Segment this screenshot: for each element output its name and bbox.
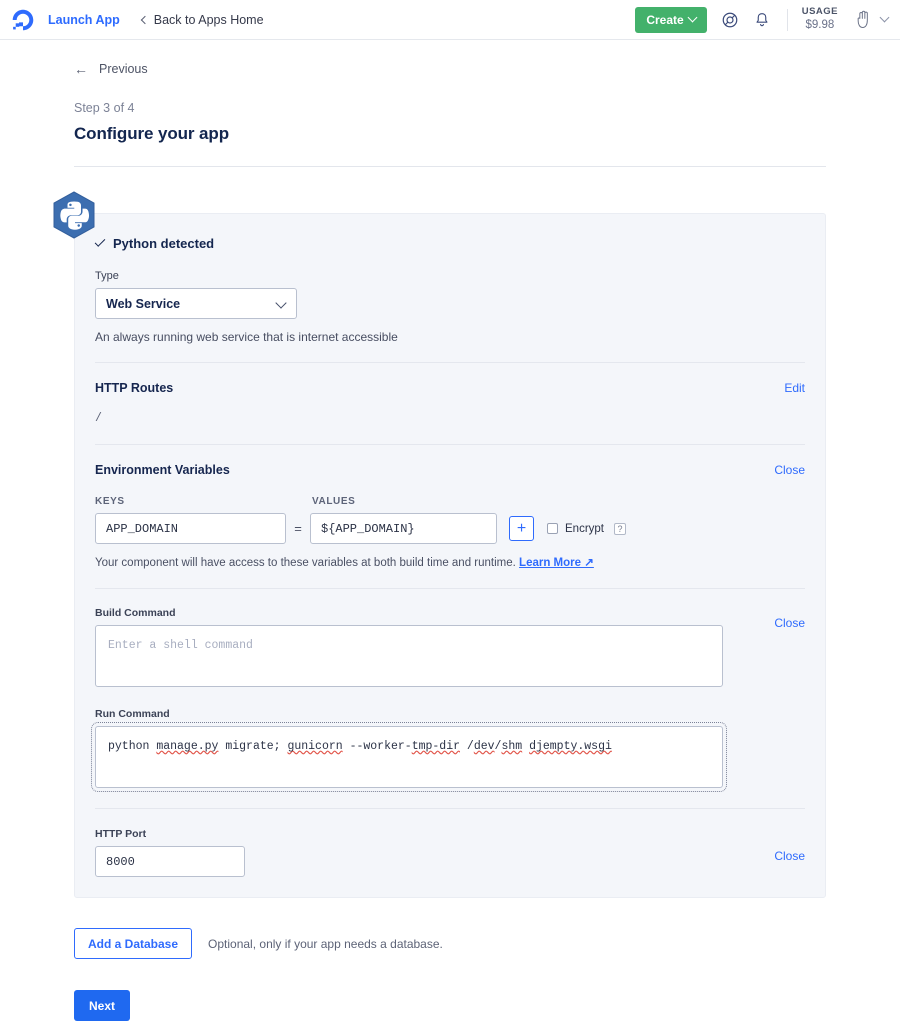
learn-more-link[interactable]: Learn More ↗	[519, 557, 594, 569]
account-menu-chevron-icon[interactable]	[879, 12, 890, 23]
encrypt-checkbox[interactable]	[547, 523, 558, 534]
usage-label: USAGE	[801, 6, 838, 18]
run-command-input[interactable]: python manage.py migrate; gunicorn --wor…	[91, 722, 727, 792]
env-vars-column-headers: KEYS VALUES	[95, 496, 805, 507]
env-vars-section-header: Environment Variables Close	[95, 463, 805, 477]
add-env-var-button[interactable]: +	[509, 516, 534, 541]
section-divider	[95, 444, 805, 445]
keys-column-header: KEYS	[95, 496, 125, 507]
section-divider	[95, 808, 805, 809]
http-routes-title: HTTP Routes	[95, 381, 174, 395]
add-database-button[interactable]: Add a Database	[74, 928, 193, 959]
chevron-down-icon	[687, 12, 698, 23]
chevron-left-icon	[140, 15, 150, 24]
http-route-value: /	[95, 412, 102, 425]
component-card-wrapper: Python detected Type Web Service An alwa…	[53, 191, 826, 898]
chevron-down-icon	[275, 297, 287, 309]
nav-right-group: Create USAGE $9.98	[635, 6, 890, 33]
env-key-input[interactable]	[95, 513, 286, 544]
page-body: ← Previous Step 3 of 4 Configure your ap…	[0, 62, 900, 1021]
type-select[interactable]: Web Service	[95, 288, 297, 319]
section-divider	[95, 588, 805, 589]
env-var-row: = + Encrypt ?	[95, 513, 805, 544]
lifebuoy-help-icon[interactable]	[721, 11, 739, 29]
title-divider	[74, 166, 826, 167]
values-column-header: VALUES	[312, 496, 356, 507]
checkmark-icon	[94, 236, 106, 247]
previous-step-link[interactable]: ← Previous	[74, 62, 826, 76]
encrypt-help-icon[interactable]: ?	[614, 522, 626, 535]
arrow-left-icon: ←	[74, 61, 88, 77]
page-title: Configure your app	[74, 124, 229, 143]
type-select-value: Web Service	[106, 296, 181, 311]
section-divider	[95, 362, 805, 363]
http-routes-section-header: HTTP Routes Edit	[95, 381, 805, 395]
usage-indicator[interactable]: USAGE $9.98	[802, 6, 838, 32]
detected-banner: Python detected	[94, 236, 805, 251]
component-config-card: Python detected Type Web Service An alwa…	[74, 213, 826, 898]
build-command-label: Build Command	[95, 607, 176, 619]
digitalocean-logo-icon[interactable]	[10, 7, 36, 33]
nav-divider	[786, 8, 788, 31]
build-command-input[interactable]	[95, 625, 723, 687]
create-button-label: Create	[646, 12, 684, 27]
type-description: An always running web service that is in…	[95, 330, 398, 344]
next-button[interactable]: Next	[74, 990, 131, 1021]
step-indicator: Step 3 of 4	[74, 101, 135, 115]
env-vars-note-text: Your component will have access to these…	[95, 557, 520, 569]
build-command-close-link[interactable]: Close	[774, 616, 805, 630]
usage-amount: $9.98	[805, 19, 835, 32]
run-command-label: Run Command	[95, 708, 170, 720]
top-navigation-bar: Launch App Back to Apps Home Create USAG…	[0, 0, 900, 40]
add-database-row: Add a Database Optional, only if your ap…	[74, 928, 826, 959]
encrypt-option: Encrypt ?	[547, 522, 626, 535]
encrypt-label: Encrypt	[565, 522, 604, 535]
launch-app-link[interactable]: Launch App	[48, 13, 120, 27]
type-field-label: Type	[95, 270, 119, 282]
env-value-input[interactable]	[310, 513, 497, 544]
http-port-input[interactable]	[95, 846, 245, 877]
back-link-label: Back to Apps Home	[153, 12, 264, 27]
env-vars-title: Environment Variables	[95, 463, 230, 477]
equals-sign: =	[294, 521, 302, 536]
http-port-block: Close HTTP Port	[95, 828, 805, 877]
http-port-close-link[interactable]: Close	[774, 849, 805, 863]
env-vars-note: Your component will have access to these…	[95, 555, 805, 569]
run-command-block: Run Command python manage.py migrate; gu…	[91, 708, 805, 792]
back-to-apps-home-link[interactable]: Back to Apps Home	[140, 12, 264, 27]
build-command-block: Close Build Command	[95, 607, 805, 692]
notification-bell-icon[interactable]	[753, 11, 771, 29]
env-vars-close-link[interactable]: Close	[774, 463, 805, 477]
python-logo-hexagon-icon	[53, 191, 95, 239]
previous-label: Previous	[99, 62, 148, 76]
http-port-label: HTTP Port	[95, 828, 147, 840]
create-button[interactable]: Create	[635, 6, 707, 33]
detected-label: Python detected	[113, 236, 215, 251]
http-routes-edit-link[interactable]: Edit	[784, 381, 805, 395]
user-avatar[interactable]	[854, 9, 874, 31]
add-database-note: Optional, only if your app needs a datab…	[208, 936, 443, 951]
